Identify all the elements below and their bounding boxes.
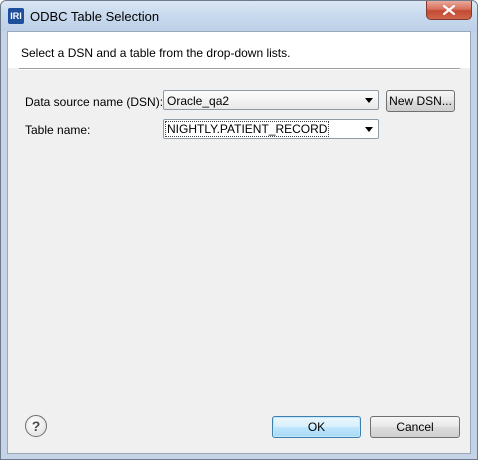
iri-logo-icon: IRI bbox=[8, 8, 24, 24]
dsn-selected-value: Oracle_qa2 bbox=[167, 94, 230, 108]
instruction-text: Select a DSN and a table from the drop-d… bbox=[21, 46, 291, 60]
chevron-down-icon bbox=[365, 98, 373, 103]
help-icon[interactable]: ? bbox=[25, 415, 47, 437]
window-title: ODBC Table Selection bbox=[30, 9, 160, 24]
table-selected-value: NIGHTLY.PATIENT_RECORD bbox=[164, 121, 330, 137]
dsn-dropdown[interactable]: Oracle_qa2 bbox=[163, 90, 379, 110]
header-separator bbox=[19, 68, 460, 70]
close-button[interactable] bbox=[426, 1, 472, 20]
chevron-down-icon bbox=[365, 127, 373, 132]
dialog-header: Select a DSN and a table from the drop-d… bbox=[8, 32, 470, 68]
cancel-button[interactable]: Cancel bbox=[370, 416, 460, 438]
close-icon bbox=[443, 5, 455, 15]
ok-button[interactable]: OK bbox=[272, 416, 361, 438]
title-bar[interactable]: IRI ODBC Table Selection bbox=[1, 1, 477, 31]
table-name-label: Table name: bbox=[25, 123, 91, 137]
dsn-label: Data source name (DSN): bbox=[25, 95, 164, 109]
new-dsn-button[interactable]: New DSN... bbox=[386, 90, 455, 112]
dialog-window: IRI ODBC Table Selection Select a DSN an… bbox=[0, 0, 478, 460]
table-name-dropdown[interactable]: NIGHTLY.PATIENT_RECORD bbox=[163, 119, 379, 139]
dialog-body: Select a DSN and a table from the drop-d… bbox=[7, 31, 471, 454]
